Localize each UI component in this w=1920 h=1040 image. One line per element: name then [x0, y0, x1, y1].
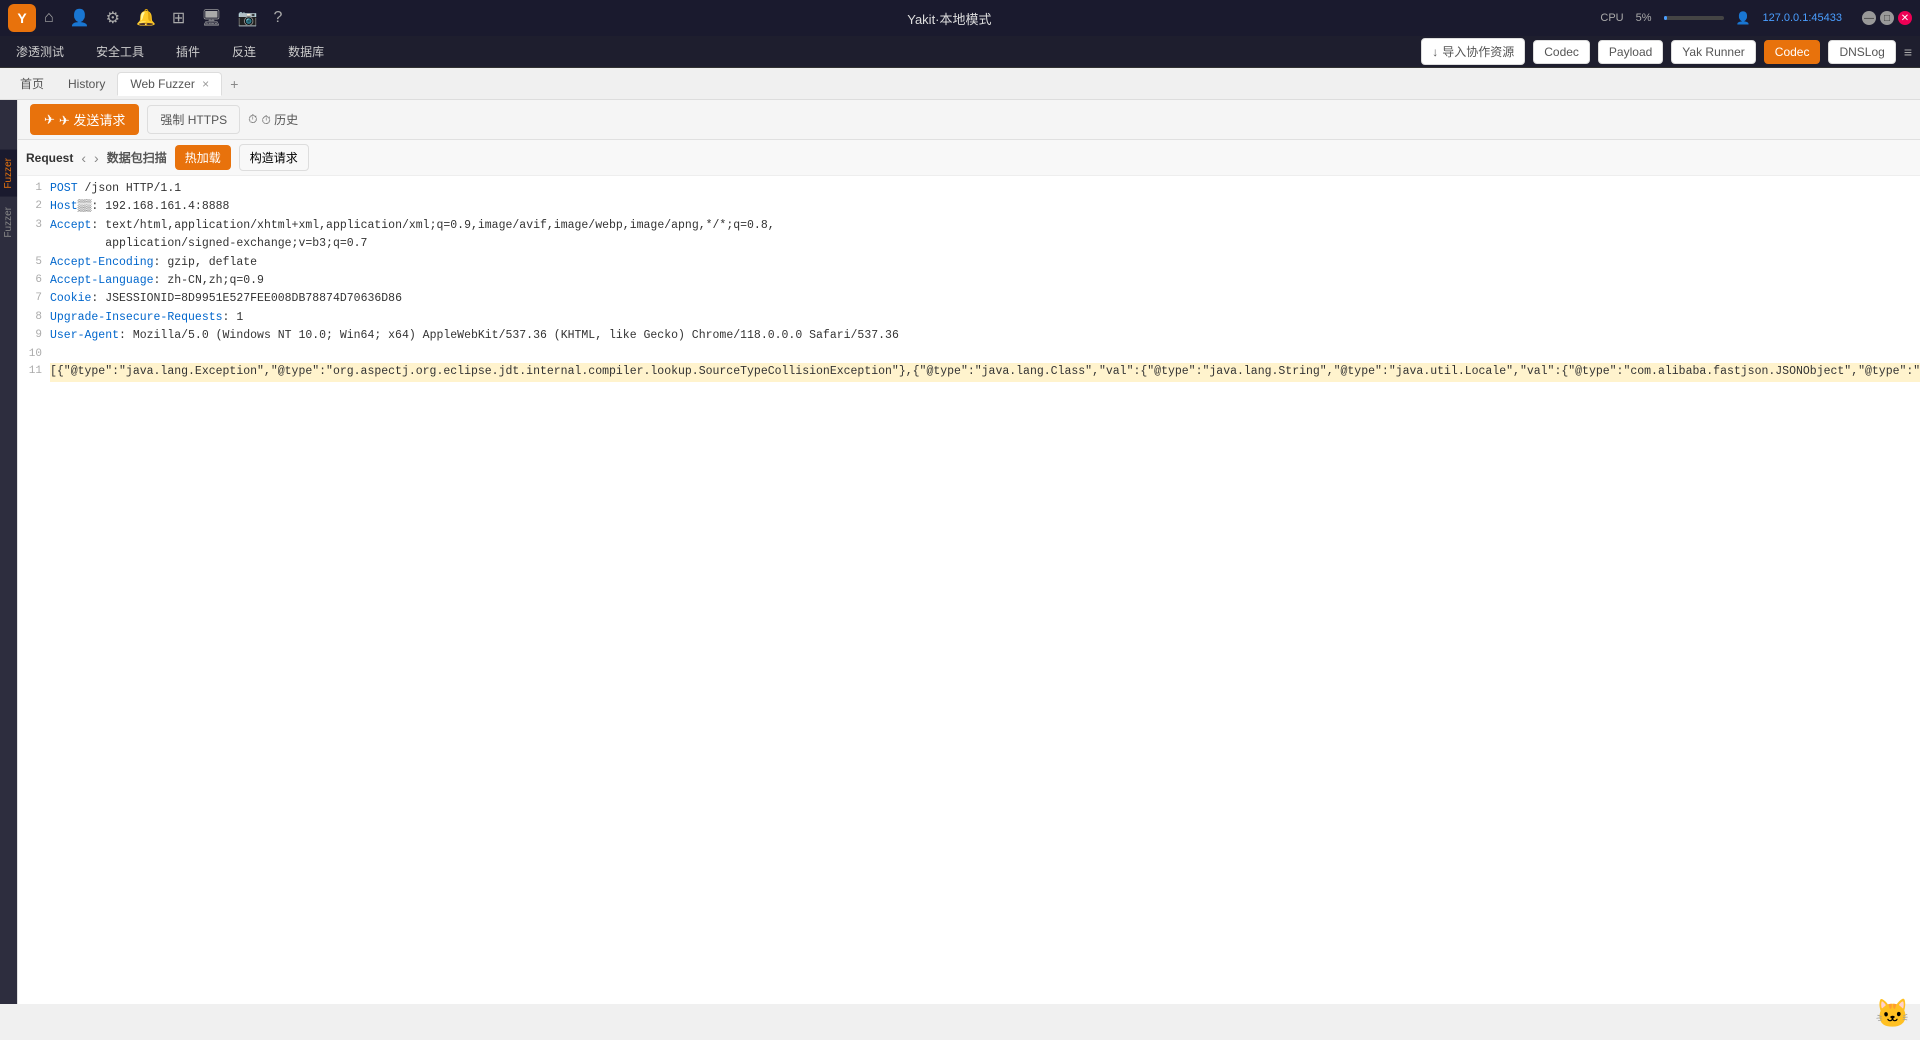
app-logo: Y: [8, 4, 36, 32]
settings-icon[interactable]: ⚙: [106, 8, 120, 28]
maximize-button[interactable]: □: [1880, 11, 1894, 25]
tab-home[interactable]: 首页: [8, 71, 56, 96]
construct-request-button[interactable]: 构造请求: [239, 144, 309, 171]
monitor-icon[interactable]: 🖥: [201, 8, 221, 28]
camera-icon[interactable]: 📷: [238, 8, 258, 28]
dnslog-button[interactable]: DNSLog: [1828, 40, 1895, 64]
profile-icon[interactable]: 👤: [70, 8, 90, 28]
tab-history[interactable]: History: [56, 73, 117, 95]
tab-webfuzzer[interactable]: Web Fuzzer ×: [117, 72, 222, 96]
request-pane: Request ‹ › 数据包扫描 热加载 构造请求 ⤢ ⎘ ⛶ ⋯ 1: [18, 140, 1920, 1004]
cpu-bar: [1664, 16, 1724, 20]
request-nav-prev[interactable]: ‹: [81, 150, 86, 166]
request-title: Request: [26, 151, 73, 165]
code-line-4: 5 Accept-Encoding: gzip, deflate: [18, 254, 1920, 272]
heat-load-button[interactable]: 热加载: [175, 145, 231, 170]
history-label: ⏱ 历史: [261, 111, 298, 128]
grid-icon[interactable]: ⊞: [172, 8, 185, 28]
cpu-value: 5%: [1636, 12, 1652, 24]
menubar: 渗透测试 安全工具 插件 反连 数据库 ↓ 导入协作资源 Codec Paylo…: [0, 36, 1920, 68]
menu-item-security[interactable]: 安全工具: [88, 39, 152, 64]
window-controls: — □ ✕: [1862, 11, 1912, 25]
code-line-8: 9 User-Agent: Mozilla/5.0 (Windows NT 10…: [18, 327, 1920, 345]
force-https-button[interactable]: 强制 HTTPS: [147, 105, 240, 134]
codec-active-button[interactable]: Codec: [1764, 40, 1821, 64]
payload-button[interactable]: Payload: [1598, 40, 1663, 64]
send-label: ✈ 发送请求: [59, 110, 126, 129]
code-line-empty: 10: [18, 346, 1920, 364]
code-line-7: 8 Upgrade-Insecure-Requests: 1: [18, 309, 1920, 327]
user-avatar-icon[interactable]: 👤: [1736, 11, 1751, 25]
fuzzer-vtab-1[interactable]: Fuzzer: [0, 150, 17, 197]
menu-item-database[interactable]: 数据库: [280, 39, 332, 64]
request-pane-header: Request ‹ › 数据包扫描 热加载 构造请求 ⤢ ⎘ ⛶ ⋯: [18, 140, 1920, 176]
force-https-btn-label: 强制 HTTPS: [160, 113, 227, 127]
nav-icons: ⌂ 👤 ⚙ 🔔 ⊞ 🖥 📷 ?: [44, 8, 282, 28]
codec-button[interactable]: Codec: [1533, 40, 1590, 64]
close-button[interactable]: ✕: [1898, 11, 1912, 25]
data-scan-label[interactable]: 数据包扫描: [107, 149, 167, 166]
fuzzer-vtab-2[interactable]: Fuzzer: [0, 199, 17, 246]
code-line-3b: application/signed-exchange;v=b3;q=0.7: [18, 235, 1920, 253]
code-line-11: 11 [{"@type":"java.lang.Exception","@typ…: [18, 363, 1920, 381]
menu-item-plugins[interactable]: 插件: [168, 39, 208, 64]
settings-menu-icon[interactable]: ≡: [1904, 44, 1912, 60]
help-icon[interactable]: ?: [274, 9, 283, 27]
left-vertical-tabs: Fuzzer Fuzzer: [0, 100, 17, 1004]
minimize-button[interactable]: —: [1862, 11, 1876, 25]
fuzzer-toolbar: ✈ ✈ 发送请求 强制 HTTPS ⏱ ⏱ 历史: [18, 100, 1920, 140]
main-layout: Fuzzer Fuzzer ⇄ MITM 🌐 Web 🌐 Web ⚡ Fuzze…: [0, 100, 1920, 1004]
send-icon: ✈: [44, 112, 55, 128]
page-tabs-bar: 首页 History Web Fuzzer × +: [0, 68, 1920, 100]
code-line-6: 7 Cookie: JSESSIONID=8D9951E527FEE008DB7…: [18, 290, 1920, 308]
history-button[interactable]: ⏱ ⏱ 历史: [248, 111, 298, 128]
menu-item-reverse[interactable]: 反连: [224, 39, 264, 64]
code-line-2: 2 Host▒▒: 192.168.161.4:8888: [18, 198, 1920, 216]
app-title: Yakit·本地模式: [298, 9, 1600, 28]
import-icon: ↓: [1432, 45, 1438, 59]
code-line-5: 6 Accept-Language: zh-CN,zh;q=0.9: [18, 272, 1920, 290]
cpu-fill: [1664, 16, 1667, 20]
code-line-1: 1 POST /json HTTP/1.1: [18, 180, 1920, 198]
title-right-section: CPU 5% 👤 127.0.0.1:45433 — □ ✕: [1600, 11, 1912, 25]
home-icon[interactable]: ⌂: [44, 9, 54, 27]
add-tab-button[interactable]: +: [222, 72, 246, 96]
cpu-label: CPU: [1600, 12, 1623, 24]
content-area: ✈ ✈ 发送请求 强制 HTTPS ⏱ ⏱ 历史 Request ‹ › 数据包…: [18, 100, 1920, 1004]
code-line-3: 3 Accept: text/html,application/xhtml+xm…: [18, 217, 1920, 235]
yak-runner-button[interactable]: Yak Runner: [1671, 40, 1755, 64]
ip-port[interactable]: 127.0.0.1:45433: [1762, 12, 1842, 24]
titlebar: Y ⌂ 👤 ⚙ 🔔 ⊞ 🖥 📷 ? Yakit·本地模式 CPU 5% 👤 12…: [0, 0, 1920, 36]
import-resources-button[interactable]: ↓ 导入协作资源: [1421, 38, 1525, 65]
request-nav-next[interactable]: ›: [94, 150, 99, 166]
split-pane: Request ‹ › 数据包扫描 热加载 构造请求 ⤢ ⎘ ⛶ ⋯ 1: [18, 140, 1920, 1004]
close-webfuzzer-icon[interactable]: ×: [202, 77, 209, 91]
request-code-area[interactable]: 1 POST /json HTTP/1.1 2 Host▒▒: 192.168.…: [18, 176, 1920, 1004]
menu-item-pentest[interactable]: 渗透测试: [8, 39, 72, 64]
history-icon: ⏱: [248, 112, 257, 127]
bell-icon[interactable]: 🔔: [136, 8, 156, 28]
send-request-button[interactable]: ✈ ✈ 发送请求: [30, 104, 139, 135]
corner-mascot: 🐱: [1875, 997, 1910, 1030]
